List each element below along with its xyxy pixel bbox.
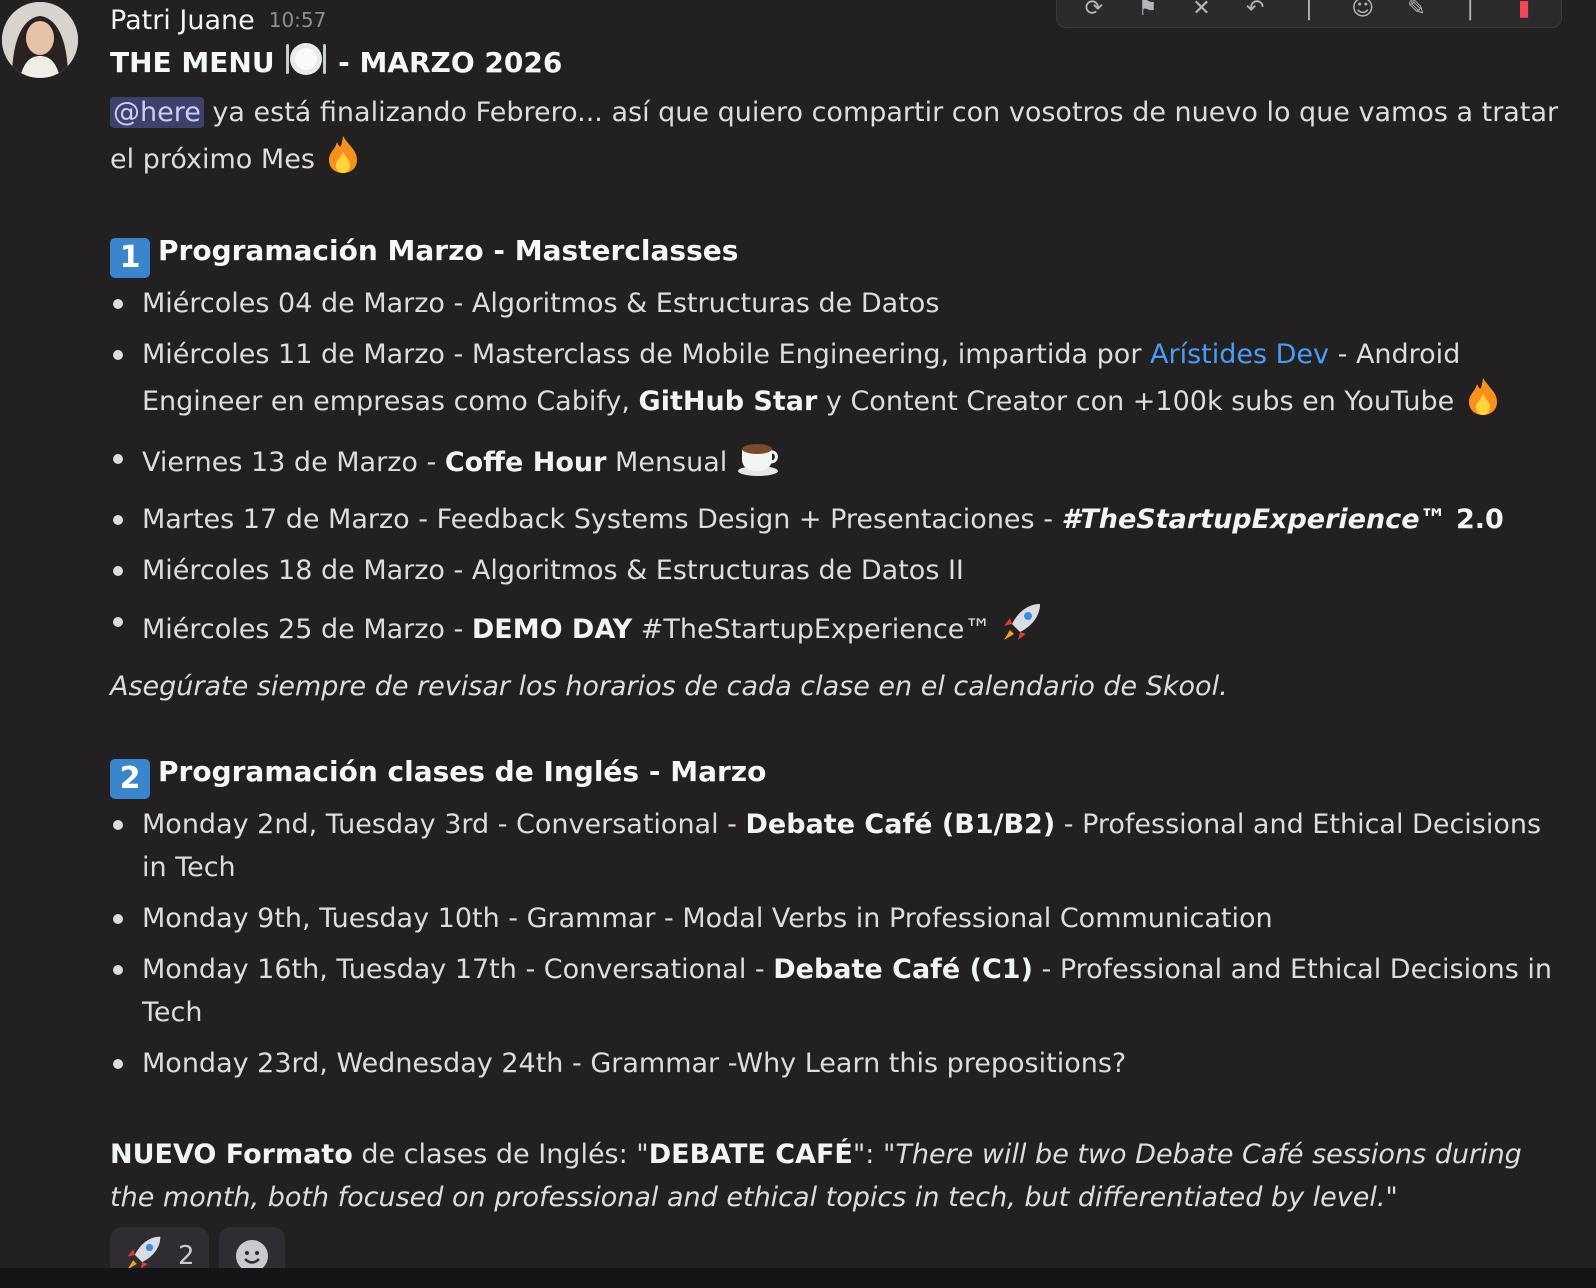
number-1-badge: 1 xyxy=(110,238,150,278)
section-1-title: 1 Programación Marzo - Masterclasses xyxy=(110,229,1570,278)
coffee-emoji-icon xyxy=(736,437,780,490)
title-end: - MARZO 2026 xyxy=(338,46,563,79)
section-1-note: Asegúrate siempre de revisar los horario… xyxy=(110,671,1228,702)
list-item: Viernes 13 de Marzo - Coffe Hour Mensual xyxy=(110,437,1570,490)
bottom-bar xyxy=(0,1268,1596,1288)
final-text-1: de clases de Inglés: " xyxy=(352,1139,649,1170)
fire-emoji-icon xyxy=(1463,376,1503,429)
item-bold: 2.0 xyxy=(1446,504,1504,535)
item-text: Miércoles 11 de Marzo - Masterclass de M… xyxy=(142,339,1151,370)
aristides-dev-link[interactable]: Arístides Dev xyxy=(1150,339,1329,370)
list-item: Miércoles 25 de Marzo - DEMO DAY #TheSta… xyxy=(110,600,1570,657)
item-text: y Content Creator con +100k subs en YouT… xyxy=(817,386,1463,417)
section-1-list: Miércoles 04 de Marzo - Algoritmos & Est… xyxy=(110,282,1570,657)
list-item: Monday 2nd, Tuesday 3rd - Conversational… xyxy=(110,803,1570,889)
item-bold: Debate Café (B1/B2) xyxy=(745,809,1056,840)
item-text: Mensual xyxy=(606,447,736,478)
timestamp[interactable]: 10:57 xyxy=(269,0,327,40)
item-bold: DEMO DAY xyxy=(471,614,633,645)
final-bold-1: NUEVO Formato xyxy=(110,1139,353,1170)
item-text: Viernes 13 de Marzo - xyxy=(142,447,445,478)
item-text: Miércoles 04 de Marzo - Algoritmos & Est… xyxy=(142,288,940,319)
reaction-count: 2 xyxy=(178,1241,195,1271)
title-start: THE MENU xyxy=(110,46,275,79)
item-text: #TheStartupExperience™ xyxy=(632,614,1001,645)
rocket-emoji-icon xyxy=(1000,600,1044,657)
number-2-badge: 2 xyxy=(110,759,150,799)
avatar[interactable] xyxy=(2,2,78,78)
item-text: Monday 23rd, Wednesday 24th - Grammar -W… xyxy=(142,1048,1127,1079)
item-bold: GitHub Star xyxy=(638,386,818,417)
list-item: Miércoles 04 de Marzo - Algoritmos & Est… xyxy=(110,282,1570,325)
section-2-title: 2 Programación clases de Inglés - Marzo xyxy=(110,750,1570,799)
item-bold: Coffe Hour xyxy=(444,447,607,478)
here-mention[interactable]: @here xyxy=(110,97,204,128)
item-text: Monday 16th, Tuesday 17th - Conversation… xyxy=(142,954,774,985)
item-bold: Debate Café (C1) xyxy=(773,954,1033,985)
message: Patri Juane 10:57 THE MENU - MARZO 2026 … xyxy=(110,0,1570,1285)
item-text: Monday 2nd, Tuesday 3rd - Conversational… xyxy=(142,809,746,840)
intro-text: @here ya está finalizando Febrero... así… xyxy=(110,91,1570,187)
message-header: Patri Juane 10:57 xyxy=(110,0,1570,40)
item-text: Miércoles 25 de Marzo - xyxy=(142,614,472,645)
section-1-label: Programación Marzo - Masterclasses xyxy=(158,234,739,267)
item-text: Monday 9th, Tuesday 10th - Grammar - Mod… xyxy=(142,903,1273,934)
item-bold-italic: #TheStartupExperience™ xyxy=(1061,504,1447,535)
list-item: Monday 9th, Tuesday 10th - Grammar - Mod… xyxy=(110,897,1570,940)
list-item: Martes 17 de Marzo - Feedback Systems De… xyxy=(110,498,1570,541)
final-bold-2: DEBATE CAFÉ xyxy=(648,1139,853,1170)
item-text: Martes 17 de Marzo - Feedback Systems De… xyxy=(142,504,1062,535)
final-paragraph: NUEVO Formato de clases de Inglés: "DEBA… xyxy=(110,1133,1570,1219)
section-2-list: Monday 2nd, Tuesday 3rd - Conversational… xyxy=(110,803,1570,1085)
list-item: Miércoles 18 de Marzo - Algoritmos & Est… xyxy=(110,549,1570,592)
author-name[interactable]: Patri Juane xyxy=(110,2,255,40)
list-item: Monday 23rd, Wednesday 24th - Grammar -W… xyxy=(110,1042,1570,1085)
fire-emoji-icon xyxy=(323,134,363,187)
plate-emoji-icon xyxy=(284,40,328,91)
final-text-2: ": xyxy=(852,1139,883,1170)
list-item: Miércoles 11 de Marzo - Masterclass de M… xyxy=(110,333,1570,429)
message-title: THE MENU - MARZO 2026 xyxy=(110,40,1570,91)
item-text: Miércoles 18 de Marzo - Algoritmos & Est… xyxy=(142,555,964,586)
list-item: Monday 16th, Tuesday 17th - Conversation… xyxy=(110,948,1570,1034)
section-2-label: Programación clases de Inglés - Marzo xyxy=(158,755,767,788)
